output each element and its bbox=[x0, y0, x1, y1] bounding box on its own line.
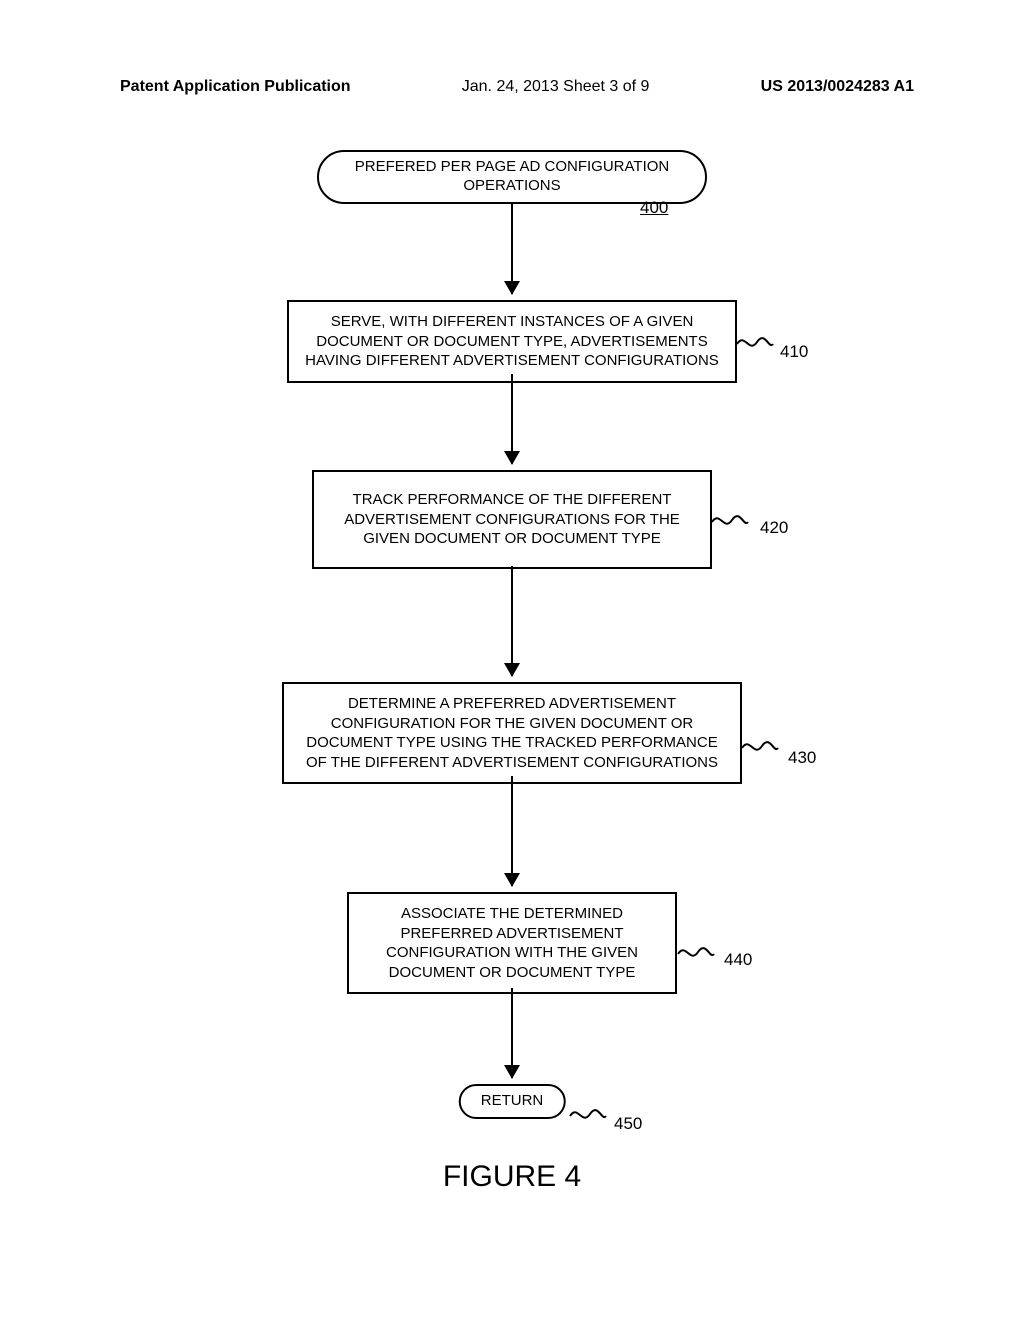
flow-end-label: RETURN bbox=[481, 1092, 544, 1109]
flow-step-430: DETERMINE A PREFERRED ADVERTISEMENT CONF… bbox=[282, 682, 742, 784]
ref-450: 450 bbox=[614, 1114, 642, 1134]
flow-start: PREFERED PER PAGE AD CONFIGURATION OPERA… bbox=[317, 150, 707, 204]
flow-start-line2: OPERATIONS bbox=[341, 177, 683, 196]
flow-step-440: ASSOCIATE THE DETERMINED PREFERRED ADVER… bbox=[347, 892, 677, 994]
ref-430: 430 bbox=[788, 748, 816, 768]
page-header: Patent Application Publication Jan. 24, … bbox=[0, 78, 1024, 96]
connector-icon bbox=[676, 940, 716, 966]
flowchart: PREFERED PER PAGE AD CONFIGURATION OPERA… bbox=[0, 140, 1024, 1270]
page: Patent Application Publication Jan. 24, … bbox=[0, 0, 1024, 1320]
figure-caption: FIGURE 4 bbox=[443, 1160, 581, 1194]
ref-440: 440 bbox=[724, 950, 752, 970]
header-right: US 2013/0024283 A1 bbox=[761, 78, 914, 96]
connector-icon bbox=[568, 1102, 608, 1128]
arrow-2 bbox=[511, 374, 513, 464]
ref-400: 400 bbox=[640, 198, 668, 218]
ref-410: 410 bbox=[780, 342, 808, 362]
arrow-1 bbox=[511, 204, 513, 294]
header-mid: Jan. 24, 2013 Sheet 3 of 9 bbox=[462, 78, 650, 96]
flow-step-420-text: TRACK PERFORMANCE OF THE DIFFERENT ADVER… bbox=[344, 491, 680, 547]
flow-start-line1: PREFERED PER PAGE AD CONFIGURATION bbox=[341, 158, 683, 177]
flow-step-440-text: ASSOCIATE THE DETERMINED PREFERRED ADVER… bbox=[386, 905, 638, 981]
ref-420: 420 bbox=[760, 518, 788, 538]
connector-icon bbox=[710, 508, 750, 534]
arrow-3 bbox=[511, 566, 513, 676]
arrow-5 bbox=[511, 988, 513, 1078]
flow-step-410-text: SERVE, WITH DIFFERENT INSTANCES OF A GIV… bbox=[305, 313, 719, 369]
arrow-4 bbox=[511, 776, 513, 886]
flow-step-420: TRACK PERFORMANCE OF THE DIFFERENT ADVER… bbox=[312, 470, 712, 569]
connector-icon bbox=[735, 330, 775, 356]
header-left: Patent Application Publication bbox=[120, 78, 351, 96]
flow-step-430-text: DETERMINE A PREFERRED ADVERTISEMENT CONF… bbox=[306, 695, 718, 771]
connector-icon bbox=[740, 734, 780, 760]
flow-step-410: SERVE, WITH DIFFERENT INSTANCES OF A GIV… bbox=[287, 300, 737, 383]
flow-end: RETURN bbox=[459, 1084, 566, 1119]
